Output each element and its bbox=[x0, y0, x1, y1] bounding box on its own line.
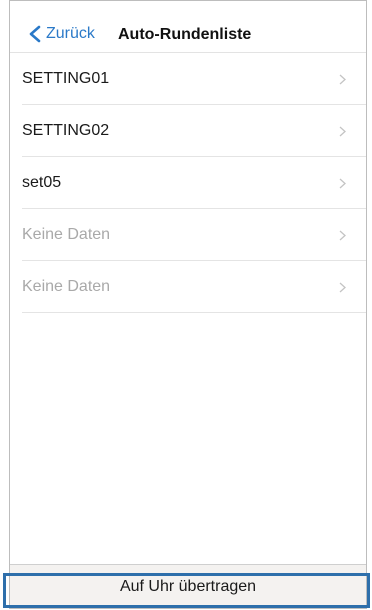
list-item-label: SETTING02 bbox=[22, 122, 110, 139]
chevron-right-icon bbox=[339, 230, 346, 241]
chevron-right-icon bbox=[339, 126, 346, 137]
list-item[interactable]: set05 bbox=[22, 157, 366, 209]
back-button[interactable]: Zurück bbox=[28, 25, 95, 43]
list-item[interactable]: SETTING02 bbox=[22, 105, 366, 157]
page-title: Auto-Rundenliste bbox=[118, 26, 252, 43]
chevron-right-icon bbox=[339, 282, 346, 293]
chevron-left-icon bbox=[29, 25, 41, 43]
transfer-to-watch-button[interactable]: Auf Uhr übertragen bbox=[10, 564, 366, 608]
back-label: Zurück bbox=[46, 25, 95, 42]
lap-list: SETTING01 SETTING02 set05 Keine Daten Ke… bbox=[10, 53, 366, 313]
list-item-label: Keine Daten bbox=[22, 278, 111, 295]
list-item-label: Keine Daten bbox=[22, 226, 111, 243]
transfer-button-label: Auf Uhr übertragen bbox=[119, 577, 257, 595]
chevron-right-icon bbox=[339, 178, 346, 189]
list-item[interactable]: SETTING01 bbox=[22, 53, 366, 105]
chevron-right-icon bbox=[339, 74, 346, 85]
list-item[interactable]: Keine Daten bbox=[22, 209, 366, 261]
app-screen: Zurück Auto-Rundenliste SETTING01 SETTIN… bbox=[9, 0, 367, 609]
list-item-label: SETTING01 bbox=[22, 70, 110, 87]
navigation-bar: Zurück Auto-Rundenliste bbox=[10, 1, 366, 53]
list-item[interactable]: Keine Daten bbox=[22, 261, 366, 313]
list-item-label: set05 bbox=[22, 174, 62, 191]
